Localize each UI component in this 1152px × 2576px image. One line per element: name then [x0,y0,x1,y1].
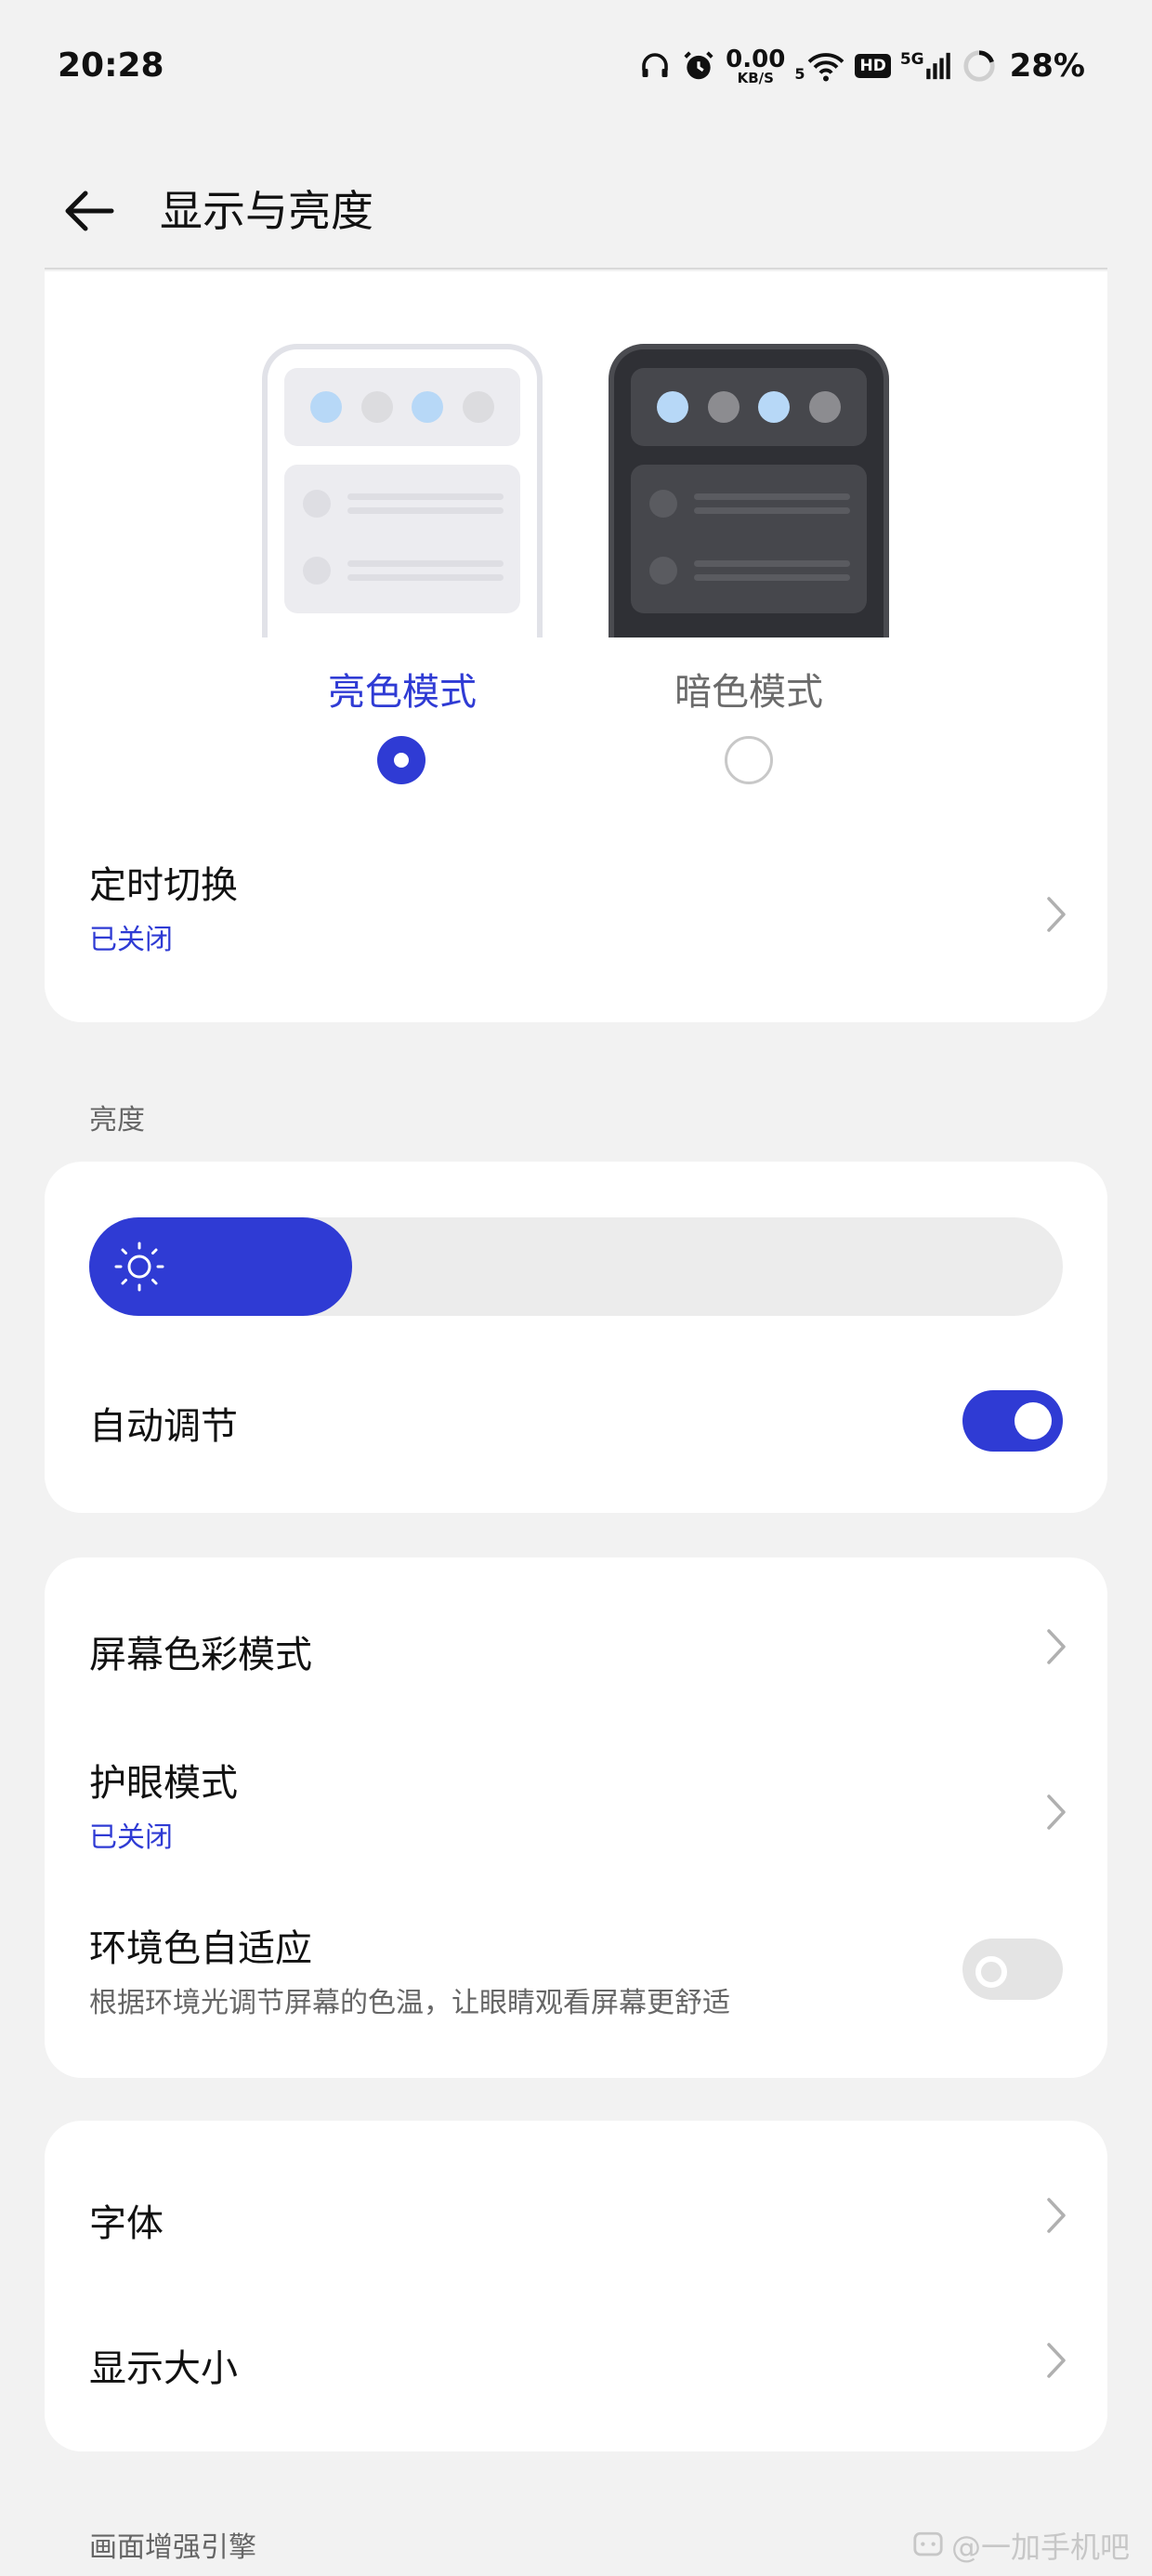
eye-care-status: 已关闭 [89,1821,173,1854]
cellular-indicator: 5G [900,50,952,82]
status-time: 20:28 [58,46,164,85]
net-speed-unit: KB/S [737,69,774,86]
brightness-slider[interactable] [89,1217,1063,1316]
chevron-right-icon [1047,2198,1066,2233]
eye-care-row[interactable]: 护眼模式 已关闭 [45,1753,1107,1864]
schedule-switch-row[interactable]: 定时切换 已关闭 [45,855,1107,976]
watermark-text: @一加手机吧 [950,2530,1130,2565]
picture-engine-section-label: 画面增强引擎 [89,2531,256,2564]
status-icons: 0.00 KB/S 5 HD 5G 28% [638,43,1085,89]
auto-brightness-toggle[interactable] [962,1390,1063,1452]
battery-percent: 28% [1009,47,1085,85]
light-mode-radio[interactable] [377,736,425,784]
brightness-slider-fill [89,1217,352,1316]
light-mode-preview[interactable] [262,344,543,637]
chevron-right-icon [1047,1794,1066,1830]
display-size-row[interactable]: 显示大小 [45,2307,1107,2409]
cellular-label: 5G [899,50,924,69]
brightness-card: 自动调节 [45,1162,1107,1513]
dark-mode-label[interactable]: 暗色模式 [609,662,889,716]
chevron-right-icon [1047,1629,1066,1664]
page-title: 显示与亮度 [160,186,373,236]
status-bar: 20:28 0.00 KB/S 5 HD 5G 28% [0,0,1152,139]
brightness-section-label: 亮度 [89,1104,145,1137]
dark-mode-preview[interactable] [609,344,889,637]
font-row[interactable]: 字体 [45,2165,1107,2267]
schedule-switch-status: 已关闭 [89,924,173,956]
ambient-adaptive-label: 环境色自适应 [89,1927,312,1970]
signal-icon [925,52,950,80]
headphones-icon [642,53,668,77]
chevron-right-icon [1047,2343,1066,2378]
page-header: 显示与亮度 [0,158,1152,269]
schedule-switch-label: 定时切换 [89,864,238,907]
display-settings-card: 屏幕色彩模式 护眼模式 已关闭 环境色自适应 根据环境光调节屏幕的色温，让眼睛观… [45,1557,1107,2078]
wifi-indicator: 5 [794,49,845,83]
color-mode-label: 屏幕色彩模式 [89,1634,312,1676]
watermark: @一加手机吧 [912,2524,1130,2567]
battery-ring-icon [962,50,995,82]
auto-brightness-row[interactable]: 自动调节 [45,1373,1107,1466]
font-settings-card: 字体 显示大小 [45,2121,1107,2451]
auto-brightness-label: 自动调节 [89,1405,238,1448]
ambient-adaptive-row[interactable]: 环境色自适应 根据环境光调节屏幕的色温，让眼睛观看屏幕更舒适 [45,1918,1107,2030]
alarm-icon [684,51,713,80]
header-divider [45,268,1107,269]
light-mode-label[interactable]: 亮色模式 [262,662,543,716]
net-speed: 0.00 KB/S [726,47,785,85]
sun-icon [114,1242,164,1292]
hd-badge: HD [855,54,891,78]
wifi-band-label: 5 [794,65,805,83]
color-mode-row[interactable]: 屏幕色彩模式 [45,1595,1107,1697]
chevron-right-icon [1047,897,1066,932]
wifi-icon [808,53,844,82]
chat-bubble-icon [913,2531,943,2556]
ambient-adaptive-description: 根据环境光调节屏幕的色温，让眼睛观看屏幕更舒适 [89,1987,730,2019]
back-arrow-icon[interactable] [58,178,123,243]
theme-card: 亮色模式 暗色模式 定时切换 已关闭 [45,271,1107,1022]
eye-care-label: 护眼模式 [89,1762,238,1805]
display-size-label: 显示大小 [89,2347,238,2390]
font-label: 字体 [89,2202,164,2245]
net-speed-value: 0.00 [726,45,786,73]
ambient-adaptive-toggle[interactable] [962,1939,1063,2000]
dark-mode-radio[interactable] [725,736,773,784]
